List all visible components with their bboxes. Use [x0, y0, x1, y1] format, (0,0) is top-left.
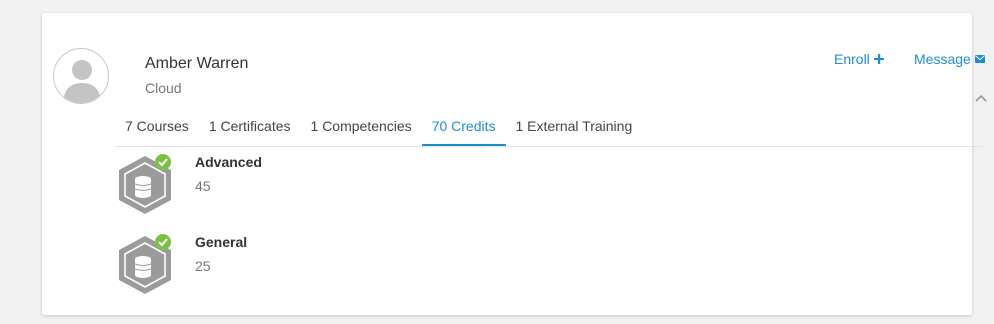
- enroll-button[interactable]: Enroll: [834, 51, 884, 67]
- profile-name: Amber Warren: [145, 55, 249, 72]
- credit-value: 25: [195, 258, 211, 274]
- check-icon: [155, 154, 171, 170]
- profile-card: Amber Warren Cloud Enroll Message 7 Cour…: [42, 13, 987, 315]
- envelope-icon: [974, 55, 985, 63]
- tab-bar: 7 Courses 1 Certificates 1 Competencies …: [115, 109, 983, 147]
- credits-coin-stack-icon: [119, 154, 171, 214]
- credit-value: 45: [195, 178, 211, 194]
- credit-label: Advanced: [195, 154, 262, 170]
- credits-coin-stack-icon: [119, 234, 171, 294]
- credit-label: General: [195, 234, 248, 250]
- message-label: Message: [914, 51, 971, 67]
- tab-external-training[interactable]: 1 External Training: [506, 109, 643, 146]
- message-button[interactable]: Message: [914, 51, 985, 67]
- tab-certificates[interactable]: 1 Certificates: [199, 109, 301, 146]
- check-icon: [155, 234, 171, 250]
- tab-competencies[interactable]: 1 Competencies: [301, 109, 422, 146]
- profile-subtitle: Cloud: [145, 80, 182, 96]
- enroll-label: Enroll: [834, 51, 870, 67]
- chevron-up-icon: [975, 94, 987, 102]
- tab-courses[interactable]: 7 Courses: [115, 109, 199, 146]
- plus-icon: [873, 54, 884, 64]
- avatar: [53, 48, 109, 104]
- collapse-button[interactable]: [974, 91, 988, 103]
- tab-credits[interactable]: 70 Credits: [421, 109, 506, 146]
- user-placeholder-icon: [63, 60, 101, 103]
